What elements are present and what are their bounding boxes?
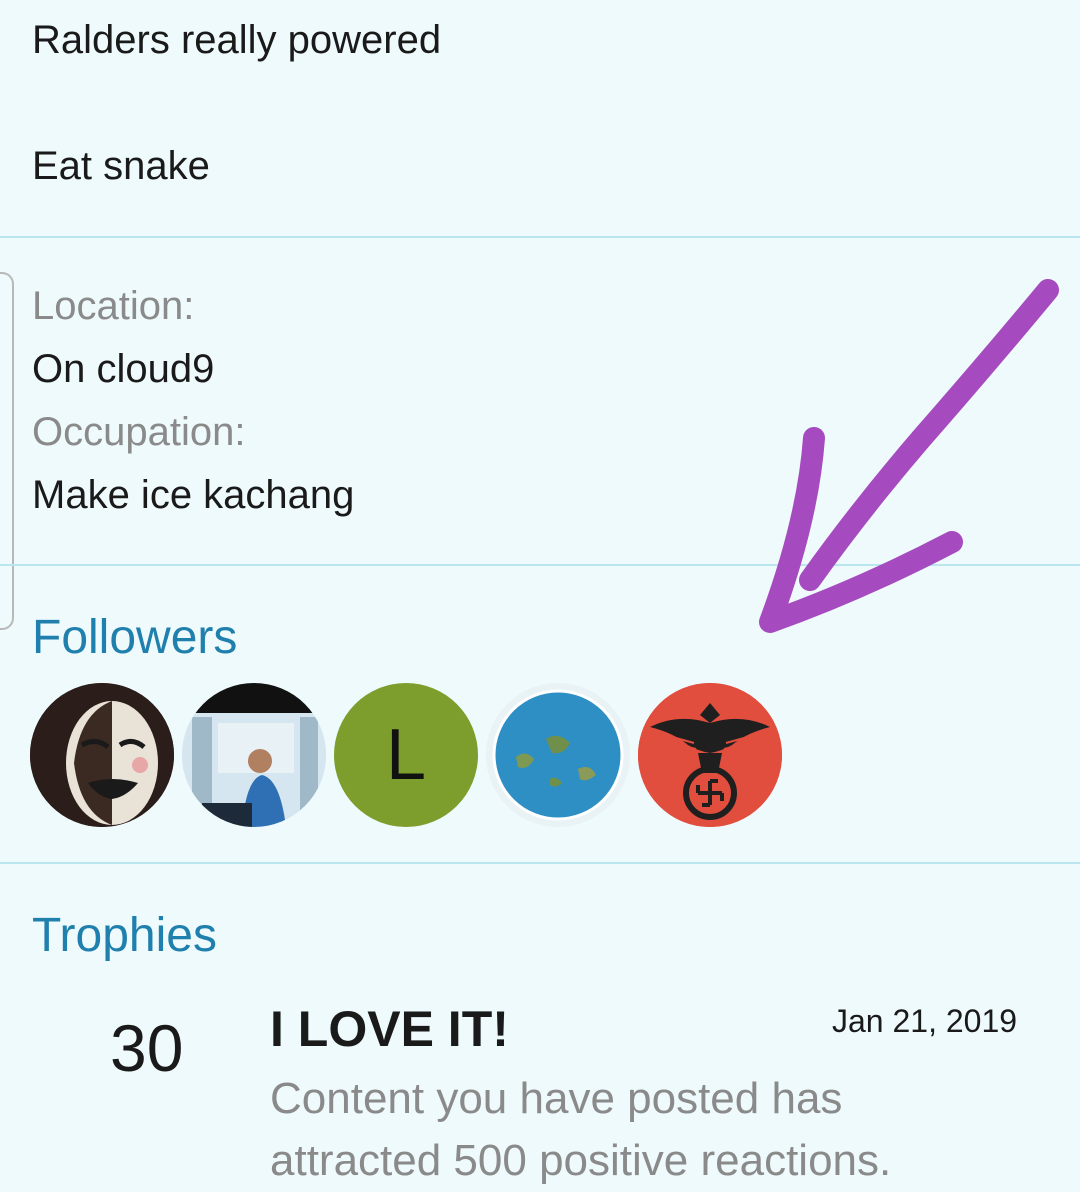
avatar-letter: L bbox=[385, 715, 427, 795]
follower-avatar-mask[interactable] bbox=[30, 683, 174, 827]
divider bbox=[0, 236, 1080, 238]
flat-earth-avatar-icon bbox=[486, 683, 630, 827]
trophy-title: I LOVE IT! bbox=[270, 1001, 509, 1057]
trophy-description: Content you have posted has attracted 50… bbox=[270, 1074, 892, 1185]
mask-avatar-icon bbox=[30, 683, 174, 827]
trophy-date: Jan 21, 2019 bbox=[832, 1003, 1018, 1039]
divider bbox=[0, 862, 1080, 864]
occupation-label: Occupation: bbox=[32, 410, 246, 454]
follower-avatar-photo[interactable] bbox=[182, 683, 326, 827]
follower-avatar-earth[interactable] bbox=[486, 683, 630, 827]
follower-avatar-emblem[interactable] bbox=[638, 683, 782, 827]
trophy-points: 30 bbox=[110, 1011, 184, 1085]
trophies-title: Trophies bbox=[32, 909, 217, 962]
location-value: On cloud9 bbox=[32, 347, 215, 391]
about-line-2: Eat snake bbox=[32, 144, 210, 188]
location-label: Location: bbox=[32, 284, 195, 328]
eagle-emblem-avatar-icon bbox=[638, 683, 782, 827]
occupation-value: Make ice kachang bbox=[32, 473, 355, 517]
side-bracket bbox=[0, 272, 14, 630]
photo-avatar-icon bbox=[182, 683, 326, 827]
follower-avatar-letter[interactable]: L bbox=[334, 683, 478, 827]
hand-drawn-arrow-icon bbox=[759, 279, 1059, 633]
about-line-1: Ralders really powered bbox=[32, 18, 442, 62]
followers-title[interactable]: Followers bbox=[32, 610, 237, 665]
